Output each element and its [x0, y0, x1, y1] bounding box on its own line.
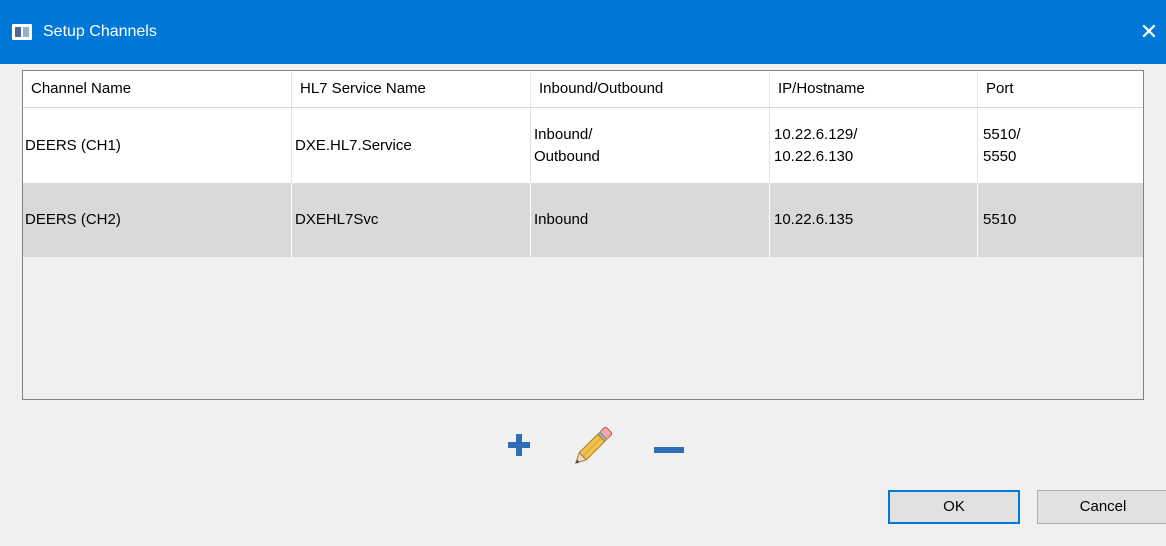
cell-direction: Inbound/ Outbound [531, 108, 770, 183]
channels-grid[interactable]: Channel Name HL7 Service Name Inbound/Ou… [22, 70, 1144, 400]
cell-channel-name: DEERS (CH1) [23, 108, 292, 183]
cancel-button[interactable]: Cancel [1037, 490, 1166, 524]
close-icon: ✕ [1139, 19, 1159, 44]
column-header-hl7-service-name[interactable]: HL7 Service Name [292, 71, 531, 107]
add-channel-button[interactable] [506, 432, 532, 458]
ok-button[interactable]: OK [888, 490, 1020, 524]
cell-direction: Inbound [531, 183, 770, 257]
cell-service-name: DXEHL7Svc [292, 183, 531, 257]
cell-ip-hostname: 10.22.6.129/ 10.22.6.130 [770, 108, 978, 183]
close-button[interactable]: ✕ [1132, 14, 1166, 50]
column-header-inbound-outbound[interactable]: Inbound/Outbound [531, 71, 770, 107]
cell-channel-name: DEERS (CH2) [23, 183, 292, 257]
edit-channel-button[interactable] [568, 422, 616, 472]
column-header-channel-name[interactable]: Channel Name [23, 71, 292, 107]
minus-icon [654, 447, 684, 453]
cell-service-name: DXE.HL7.Service [292, 108, 531, 183]
window-title: Setup Channels [43, 23, 157, 40]
column-header-port[interactable]: Port [978, 71, 1143, 107]
cell-port: 5510/ 5550 [983, 125, 1021, 165]
title-bar: Setup Channels ✕ [0, 0, 1166, 64]
column-header-ip-hostname[interactable]: IP/Hostname [770, 71, 978, 107]
app-window-icon [12, 24, 32, 40]
grid-header: Channel Name HL7 Service Name Inbound/Ou… [23, 71, 1143, 108]
cell-port: 5510 [983, 211, 1017, 228]
remove-channel-button[interactable] [654, 441, 684, 453]
cell-ip-hostname: 10.22.6.135 [770, 183, 978, 257]
plus-icon [508, 434, 530, 456]
table-row[interactable]: DEERS (CH1) DXE.HL7.Service Inbound/ Out… [23, 108, 1143, 183]
table-row-selected[interactable]: DEERS (CH2) DXEHL7Svc Inbound 10.22.6.13… [23, 183, 1143, 257]
pencil-icon [574, 426, 613, 465]
